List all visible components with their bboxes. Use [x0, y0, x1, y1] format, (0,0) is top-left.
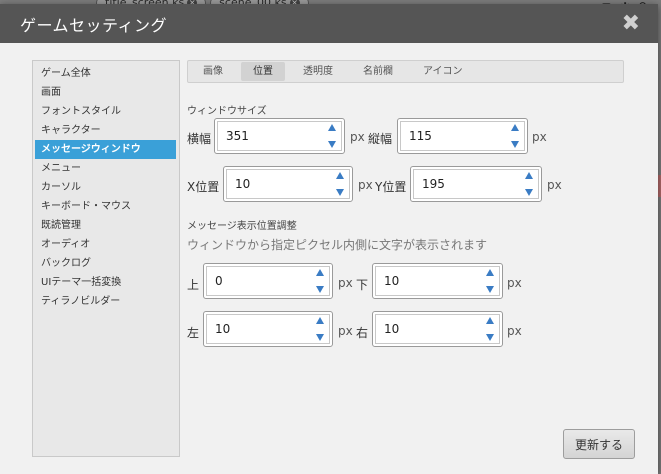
left-stepper-inner: [206, 314, 330, 344]
close-icon[interactable]: ✖: [622, 12, 640, 35]
right-stepper-inner: [375, 314, 500, 344]
sidebar-item-screen[interactable]: 画面: [33, 83, 179, 102]
sidebar-item-game[interactable]: ゲーム全体: [33, 64, 179, 83]
dialog-title: ゲームセッティング: [20, 15, 168, 35]
increment-arrow-icon[interactable]: [316, 269, 324, 276]
right-label: 右: [356, 326, 369, 340]
top-stepper: [203, 263, 333, 299]
decrement-arrow-icon[interactable]: [486, 286, 494, 293]
increment-arrow-icon[interactable]: [486, 317, 494, 324]
right-unit: px: [507, 324, 522, 338]
height-stepper-arrows: [510, 124, 520, 148]
left-input[interactable]: [207, 315, 329, 343]
decrement-arrow-icon[interactable]: [328, 141, 336, 148]
bottom-unit: px: [507, 276, 522, 290]
sidebar-item-cursor[interactable]: カーソル: [33, 178, 179, 197]
y-position-stepper-inner: [413, 169, 539, 199]
increment-arrow-icon[interactable]: [486, 269, 494, 276]
right-input[interactable]: [376, 315, 499, 343]
dialog-titlebar: ゲームセッティング ✖: [0, 4, 658, 43]
x-position-stepper-inner: [226, 169, 350, 199]
y-position-unit: px: [547, 178, 562, 192]
update-button[interactable]: 更新する: [563, 429, 635, 459]
height-input[interactable]: [401, 122, 524, 150]
settings-tabbar: 画像 位置 透明度 名前欄 アイコン: [187, 60, 624, 83]
width-label: 横幅: [187, 132, 212, 146]
message-position-description: ウィンドウから指定ピクセル内側に文字が表示されます: [187, 238, 488, 252]
bottom-label: 下: [356, 278, 369, 292]
sidebar-item-audio[interactable]: オーディオ: [33, 235, 179, 254]
left-stepper-arrows: [315, 317, 325, 341]
y-position-label: Y位置: [375, 180, 407, 194]
top-unit: px: [338, 276, 353, 290]
sidebar-item-backlog[interactable]: バックログ: [33, 254, 179, 273]
x-position-input[interactable]: [227, 170, 349, 198]
height-stepper-inner: [400, 121, 525, 151]
message-position-heading: メッセージ表示位置調整: [187, 221, 297, 232]
width-unit: px: [350, 130, 365, 144]
tab-position[interactable]: 位置: [241, 62, 285, 81]
sidebar-item-font-style[interactable]: フォントスタイル: [33, 102, 179, 121]
width-stepper-arrows: [327, 124, 337, 148]
sidebar-item-menu[interactable]: メニュー: [33, 159, 179, 178]
sidebar-item-keyboard-mouse[interactable]: キーボード・マウス: [33, 197, 179, 216]
sidebar-item-tyrano-builder[interactable]: ティラノビルダー: [33, 292, 179, 311]
bottom-input[interactable]: [376, 267, 499, 295]
x-position-label: X位置: [187, 180, 220, 194]
top-stepper-arrows: [315, 269, 325, 293]
y-position-stepper-arrows: [524, 172, 534, 196]
bottom-stepper-arrows: [485, 269, 495, 293]
tab-image[interactable]: 画像: [191, 62, 235, 81]
sidebar-item-read-management[interactable]: 既読管理: [33, 216, 179, 235]
increment-arrow-icon[interactable]: [511, 124, 519, 131]
y-position-input[interactable]: [414, 170, 538, 198]
game-settings-dialog: ゲームセッティング ✖ ゲーム全体 画面 フォントスタイル キャラクター メッセ…: [0, 4, 658, 474]
x-position-stepper-arrows: [335, 172, 345, 196]
y-position-stepper: [410, 166, 542, 202]
bottom-stepper-inner: [375, 266, 500, 296]
settings-sidebar: ゲーム全体 画面 フォントスタイル キャラクター メッセージウィンドウ メニュー…: [32, 60, 180, 457]
x-position-stepper: [223, 166, 353, 202]
right-stepper-arrows: [485, 317, 495, 341]
tab-opacity[interactable]: 透明度: [291, 62, 345, 81]
increment-arrow-icon[interactable]: [316, 317, 324, 324]
decrement-arrow-icon[interactable]: [316, 334, 324, 341]
top-label: 上: [187, 278, 200, 292]
top-input[interactable]: [207, 267, 329, 295]
bottom-stepper: [372, 263, 503, 299]
decrement-arrow-icon[interactable]: [316, 286, 324, 293]
left-stepper: [203, 311, 333, 347]
x-position-unit: px: [358, 178, 373, 192]
sidebar-item-ui-theme[interactable]: UIテーマ一括変換: [33, 273, 179, 292]
width-stepper-inner: [217, 121, 342, 151]
width-input[interactable]: [218, 122, 341, 150]
top-stepper-inner: [206, 266, 330, 296]
right-stepper: [372, 311, 503, 347]
sidebar-item-message-window[interactable]: メッセージウィンドウ: [35, 140, 176, 159]
left-unit: px: [338, 324, 353, 338]
increment-arrow-icon[interactable]: [328, 124, 336, 131]
decrement-arrow-icon[interactable]: [525, 189, 533, 196]
width-stepper: [214, 118, 345, 154]
decrement-arrow-icon[interactable]: [486, 334, 494, 341]
decrement-arrow-icon[interactable]: [511, 141, 519, 148]
height-unit: px: [532, 130, 547, 144]
increment-arrow-icon[interactable]: [525, 172, 533, 179]
height-stepper: [397, 118, 528, 154]
height-label: 縦幅: [368, 132, 393, 146]
tab-name-field[interactable]: 名前欄: [351, 62, 405, 81]
increment-arrow-icon[interactable]: [336, 172, 344, 179]
decrement-arrow-icon[interactable]: [336, 189, 344, 196]
sidebar-item-character[interactable]: キャラクター: [33, 121, 179, 140]
left-label: 左: [187, 326, 200, 340]
window-size-heading: ウィンドウサイズ: [187, 106, 267, 117]
tab-icon[interactable]: アイコン: [411, 62, 475, 81]
